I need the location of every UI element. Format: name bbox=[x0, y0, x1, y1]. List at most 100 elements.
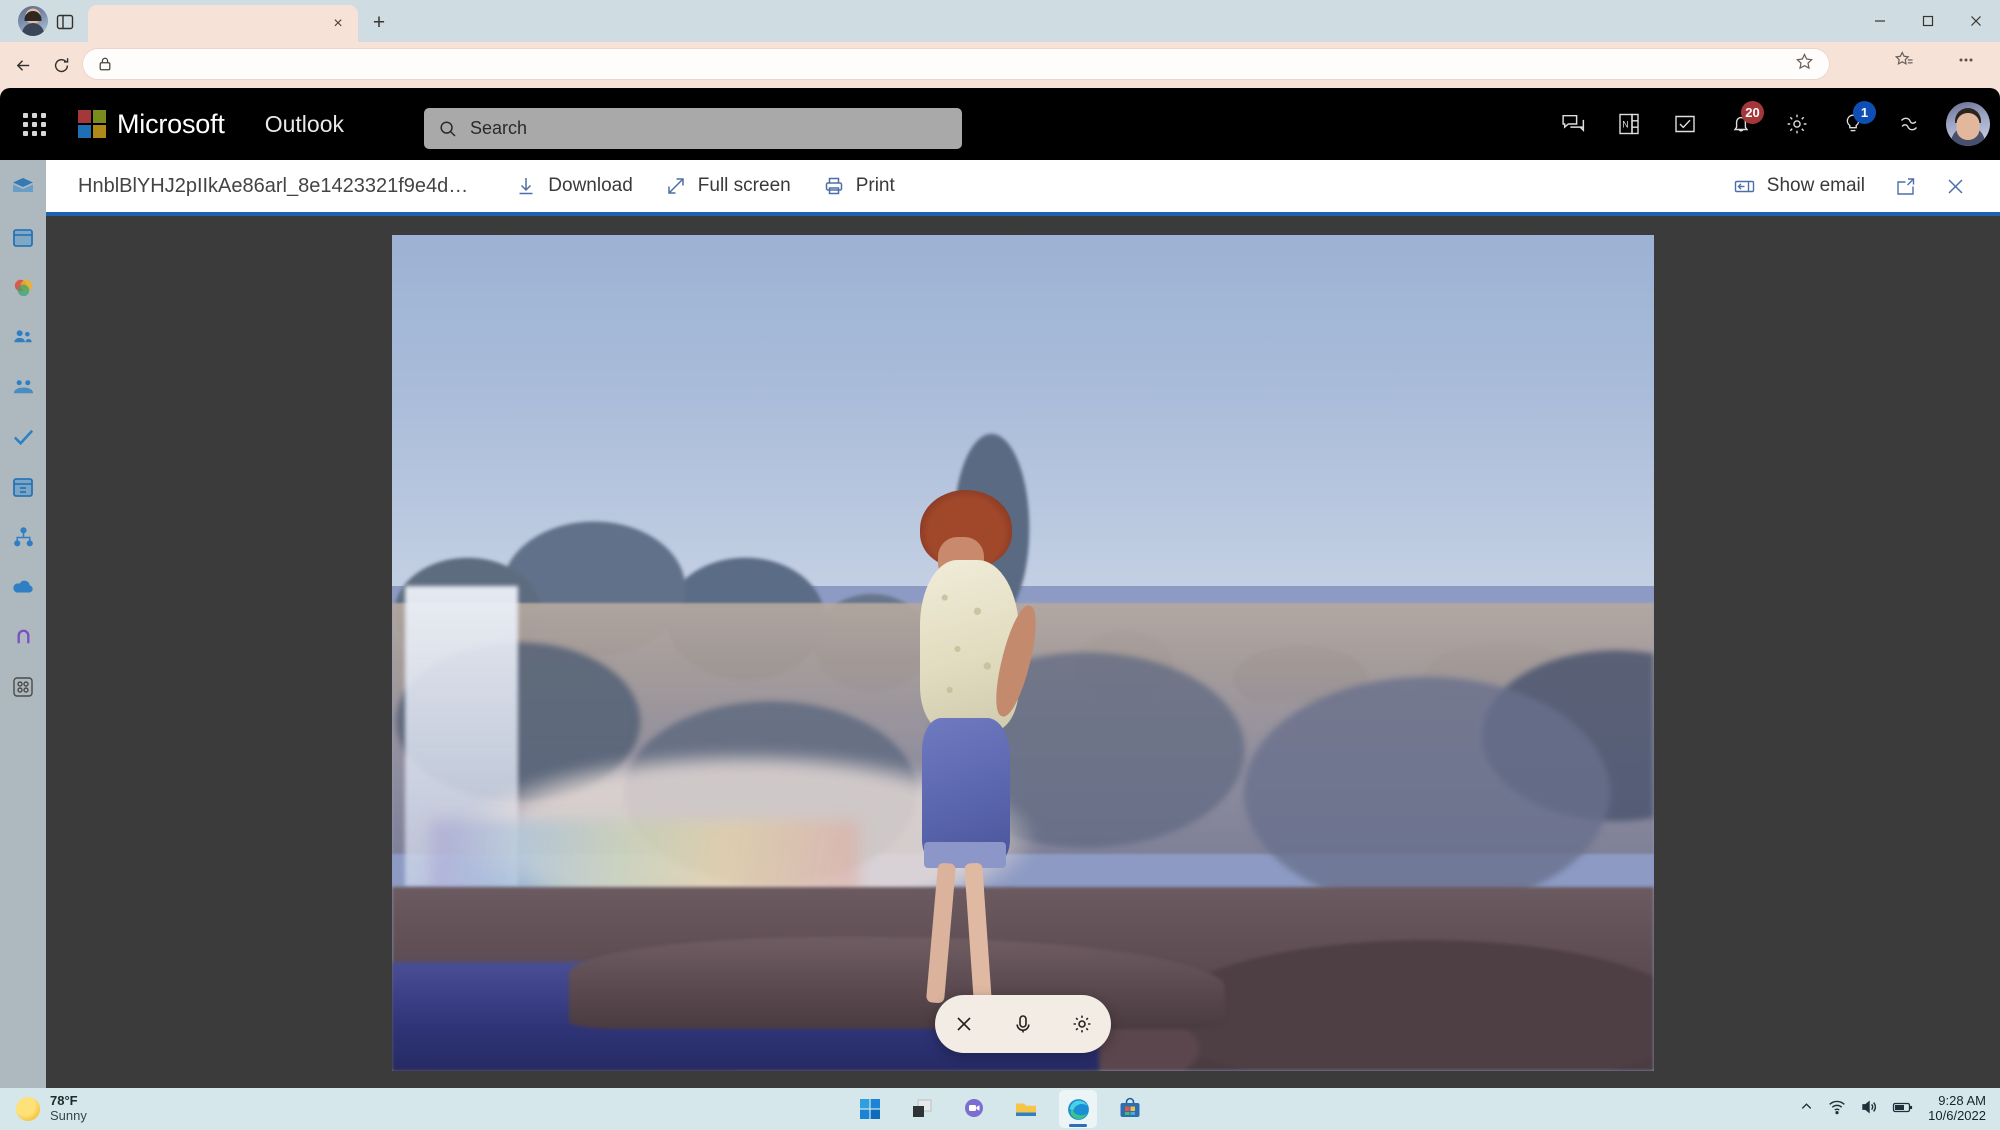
sidebar-item-bookings[interactable] bbox=[6, 470, 40, 504]
sidebar-item-apps[interactable] bbox=[6, 670, 40, 704]
close-icon bbox=[957, 1017, 971, 1031]
notifications-icon[interactable]: 20 bbox=[1716, 99, 1766, 149]
profile-avatar-icon bbox=[18, 6, 48, 36]
battery-icon[interactable] bbox=[1892, 1099, 1914, 1120]
overlay-microphone-button[interactable] bbox=[1003, 1004, 1043, 1044]
attachment-image[interactable] bbox=[392, 235, 1654, 1071]
show-email-button[interactable]: Show email bbox=[1720, 168, 1878, 205]
close-window-button[interactable] bbox=[1952, 0, 2000, 42]
close-viewer-button[interactable] bbox=[1932, 166, 1978, 206]
volume-icon[interactable] bbox=[1860, 1098, 1878, 1121]
print-label: Print bbox=[855, 175, 895, 196]
onenote-icon[interactable]: N bbox=[1604, 99, 1654, 149]
fullscreen-button[interactable]: Full screen bbox=[652, 168, 804, 204]
tab-close-icon[interactable]: × bbox=[328, 14, 348, 34]
collections-button[interactable] bbox=[1895, 50, 1914, 69]
attachment-viewer: HnblBlYHJ2pIIkAe86arl_8e1423321f9e4d… Do… bbox=[46, 160, 2000, 1088]
print-button[interactable]: Print bbox=[810, 168, 908, 204]
search-input[interactable]: Search bbox=[470, 118, 527, 139]
teams-chat-button[interactable] bbox=[955, 1090, 993, 1128]
taskbar-apps bbox=[851, 1090, 1149, 1128]
back-button[interactable] bbox=[6, 48, 40, 82]
todo-icon[interactable] bbox=[1660, 99, 1710, 149]
sidebar-item-loop[interactable] bbox=[6, 620, 40, 654]
browser-menu-button[interactable] bbox=[1956, 50, 1976, 70]
start-button[interactable] bbox=[851, 1090, 889, 1128]
settings-gear-icon[interactable] bbox=[1772, 99, 1822, 149]
sidebar-item-mail[interactable] bbox=[6, 170, 40, 204]
task-view-button[interactable] bbox=[903, 1090, 941, 1128]
show-email-label: Show email bbox=[1766, 175, 1865, 196]
fullscreen-label: Full screen bbox=[697, 175, 791, 196]
header-icon-group: N 20 1 bbox=[1548, 88, 1990, 160]
popout-button[interactable] bbox=[1882, 166, 1928, 206]
show-hidden-icons-button[interactable] bbox=[1799, 1099, 1814, 1119]
svg-text:N: N bbox=[1622, 119, 1629, 129]
tips-badge: 1 bbox=[1853, 101, 1876, 124]
tab-actions-icon[interactable] bbox=[48, 8, 82, 36]
refresh-button[interactable] bbox=[44, 48, 78, 82]
search-icon bbox=[440, 120, 456, 137]
show-email-icon bbox=[1734, 180, 1754, 192]
popout-icon bbox=[1896, 177, 1914, 195]
subject-left-leg bbox=[925, 862, 956, 1004]
app-name-label: Outlook bbox=[264, 110, 344, 137]
download-button[interactable]: Download bbox=[502, 168, 646, 204]
fullscreen-icon bbox=[668, 178, 684, 194]
brand-label: Microsoft bbox=[117, 108, 225, 139]
lock-icon bbox=[97, 56, 113, 72]
overlay-close-button[interactable] bbox=[944, 1004, 984, 1044]
weather-condition: Sunny bbox=[50, 1108, 87, 1123]
photo-subject-woman bbox=[884, 489, 1048, 1008]
system-tray: 9:28 AM 10/6/2022 bbox=[1799, 1093, 1986, 1124]
favorite-star-icon[interactable] bbox=[1795, 52, 1814, 76]
browser-titlebar: × + bbox=[0, 0, 2000, 42]
sun-icon bbox=[16, 1097, 40, 1121]
new-tab-button[interactable]: + bbox=[364, 9, 394, 37]
tips-bulb-icon[interactable]: 1 bbox=[1828, 99, 1878, 149]
gear-icon bbox=[1073, 1015, 1091, 1033]
sidebar-item-people[interactable] bbox=[6, 320, 40, 354]
attachment-canvas bbox=[46, 220, 2000, 1088]
attachment-actions: Download Full screen Print bbox=[502, 168, 908, 204]
sidebar-item-onedrive[interactable] bbox=[6, 570, 40, 604]
subject-right-leg bbox=[964, 862, 993, 1004]
notifications-badge: 20 bbox=[1741, 101, 1764, 124]
microphone-icon bbox=[1016, 1015, 1030, 1033]
subject-trousers bbox=[921, 718, 1011, 864]
network-icon[interactable] bbox=[1828, 1098, 1846, 1121]
account-avatar[interactable] bbox=[1946, 102, 1990, 146]
address-bar[interactable] bbox=[82, 48, 1830, 80]
sidebar-item-calendar[interactable] bbox=[6, 220, 40, 254]
overlay-settings-button[interactable] bbox=[1062, 1004, 1102, 1044]
sidebar-item-viva[interactable] bbox=[6, 520, 40, 554]
avatar-face-icon bbox=[1956, 112, 1980, 140]
sidebar-item-copilot[interactable] bbox=[6, 270, 40, 304]
app-launcher-icon[interactable] bbox=[14, 104, 54, 144]
photo-rainbow bbox=[429, 820, 859, 896]
weather-temperature: 78°F bbox=[50, 1093, 78, 1109]
minimize-button[interactable] bbox=[1856, 0, 1904, 42]
edge-button[interactable] bbox=[1059, 1090, 1097, 1128]
window-controls bbox=[1856, 0, 2000, 42]
app-rail bbox=[0, 160, 46, 1088]
download-label: Download bbox=[548, 175, 633, 196]
weather-widget[interactable]: 78°F Sunny bbox=[16, 1094, 87, 1123]
microsoft-logo: Microsoft bbox=[78, 109, 225, 140]
search-box[interactable]: Search bbox=[424, 108, 962, 149]
copilot-icon[interactable] bbox=[1884, 99, 1934, 149]
maximize-button[interactable] bbox=[1904, 0, 1952, 42]
print-icon bbox=[825, 177, 842, 195]
file-explorer-button[interactable] bbox=[1007, 1090, 1045, 1128]
browser-tab[interactable]: × bbox=[88, 5, 358, 42]
subject-trouser-cuff bbox=[923, 842, 1006, 869]
teams-chat-icon[interactable] bbox=[1548, 99, 1598, 149]
sidebar-item-groups[interactable] bbox=[6, 370, 40, 404]
sidebar-item-todo[interactable] bbox=[6, 420, 40, 454]
attachment-toolbar: HnblBlYHJ2pIIkAe86arl_8e1423321f9e4d… Do… bbox=[46, 160, 2000, 216]
outlook-header: Microsoft Outlook Search N 20 1 bbox=[0, 88, 2000, 160]
close-icon bbox=[1947, 178, 1963, 194]
clock[interactable]: 9:28 AM 10/6/2022 bbox=[1928, 1093, 1986, 1124]
attachment-toolbar-right: Show email bbox=[1720, 160, 1978, 212]
store-button[interactable] bbox=[1111, 1090, 1149, 1128]
